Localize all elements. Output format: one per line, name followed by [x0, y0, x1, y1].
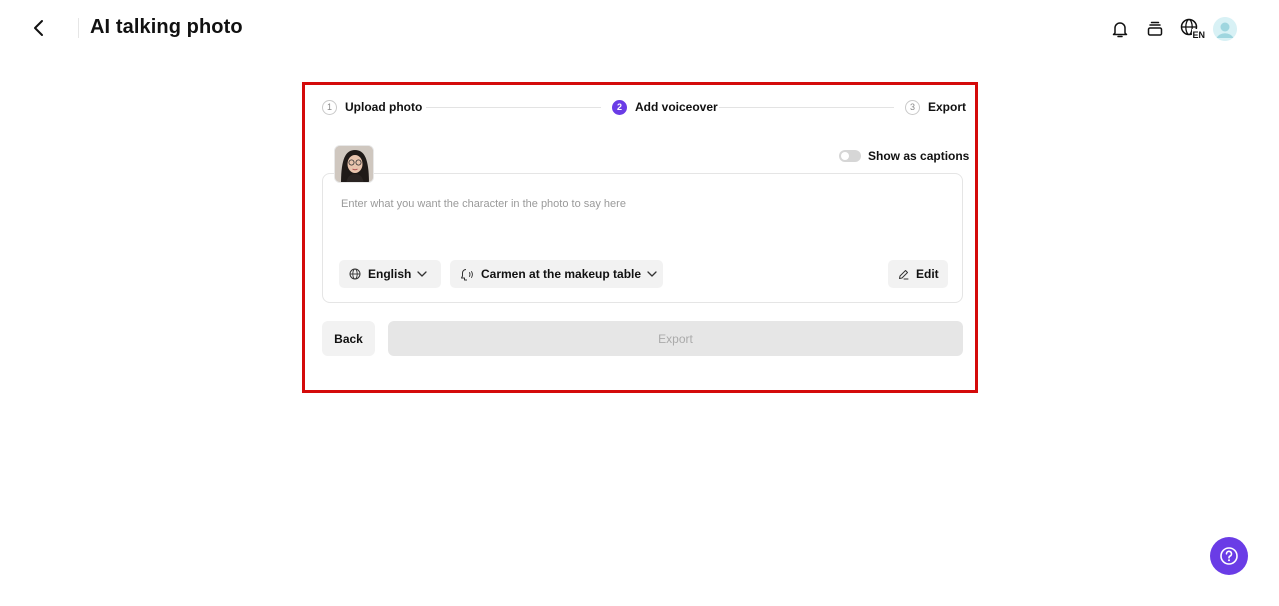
- back-arrow-icon[interactable]: [28, 16, 50, 40]
- photo-thumbnail[interactable]: [334, 145, 374, 183]
- script-box: English Carmen at the makeup table Edit: [322, 173, 963, 303]
- chevron-down-icon: [417, 271, 427, 277]
- top-bar: AI talking photo EN: [0, 0, 1279, 58]
- bell-icon[interactable]: [1109, 18, 1131, 40]
- captions-label: Show as captions: [868, 149, 970, 163]
- captions-toggle-row: Show as captions: [839, 149, 969, 163]
- header-divider: [78, 18, 79, 38]
- chevron-down-icon: [647, 271, 657, 277]
- step-number: 1: [322, 99, 337, 115]
- help-icon[interactable]: [1210, 537, 1248, 575]
- globe-icon[interactable]: EN: [1180, 18, 1206, 40]
- step-add-voiceover: 2 Add voiceover: [612, 98, 718, 116]
- lang-badge: EN: [1193, 30, 1206, 40]
- export-button[interactable]: Export: [388, 321, 963, 356]
- layers-icon[interactable]: [1144, 18, 1166, 40]
- step-connector: [426, 107, 601, 108]
- avatar[interactable]: [1213, 17, 1237, 41]
- back-button[interactable]: Back: [322, 321, 375, 356]
- language-select[interactable]: English: [339, 260, 441, 288]
- step-connector: [719, 107, 894, 108]
- voice-icon: [460, 268, 474, 281]
- stepper: 1 Upload photo 2 Add voiceover 3 Export: [322, 98, 966, 116]
- page-title: AI talking photo: [90, 16, 243, 38]
- step-label: Upload photo: [345, 100, 423, 114]
- step-upload-photo: 1 Upload photo: [322, 98, 422, 116]
- voice-select[interactable]: Carmen at the makeup table: [450, 260, 663, 288]
- voice-value: Carmen at the makeup table: [481, 267, 642, 281]
- edit-button[interactable]: Edit: [888, 260, 948, 288]
- language-value: English: [368, 267, 412, 281]
- globe-icon: [349, 268, 361, 280]
- script-input[interactable]: [341, 198, 941, 238]
- edit-label: Edit: [916, 267, 939, 281]
- step-number: 2: [612, 99, 627, 115]
- step-label: Export: [928, 100, 967, 114]
- step-label: Add voiceover: [635, 100, 718, 114]
- captions-toggle[interactable]: [839, 150, 861, 162]
- step-number: 3: [905, 99, 920, 115]
- step-export: 3 Export: [905, 98, 966, 116]
- voiceover-card: 1 Upload photo 2 Add voiceover 3 Export …: [302, 82, 978, 393]
- pencil-icon: [898, 269, 909, 280]
